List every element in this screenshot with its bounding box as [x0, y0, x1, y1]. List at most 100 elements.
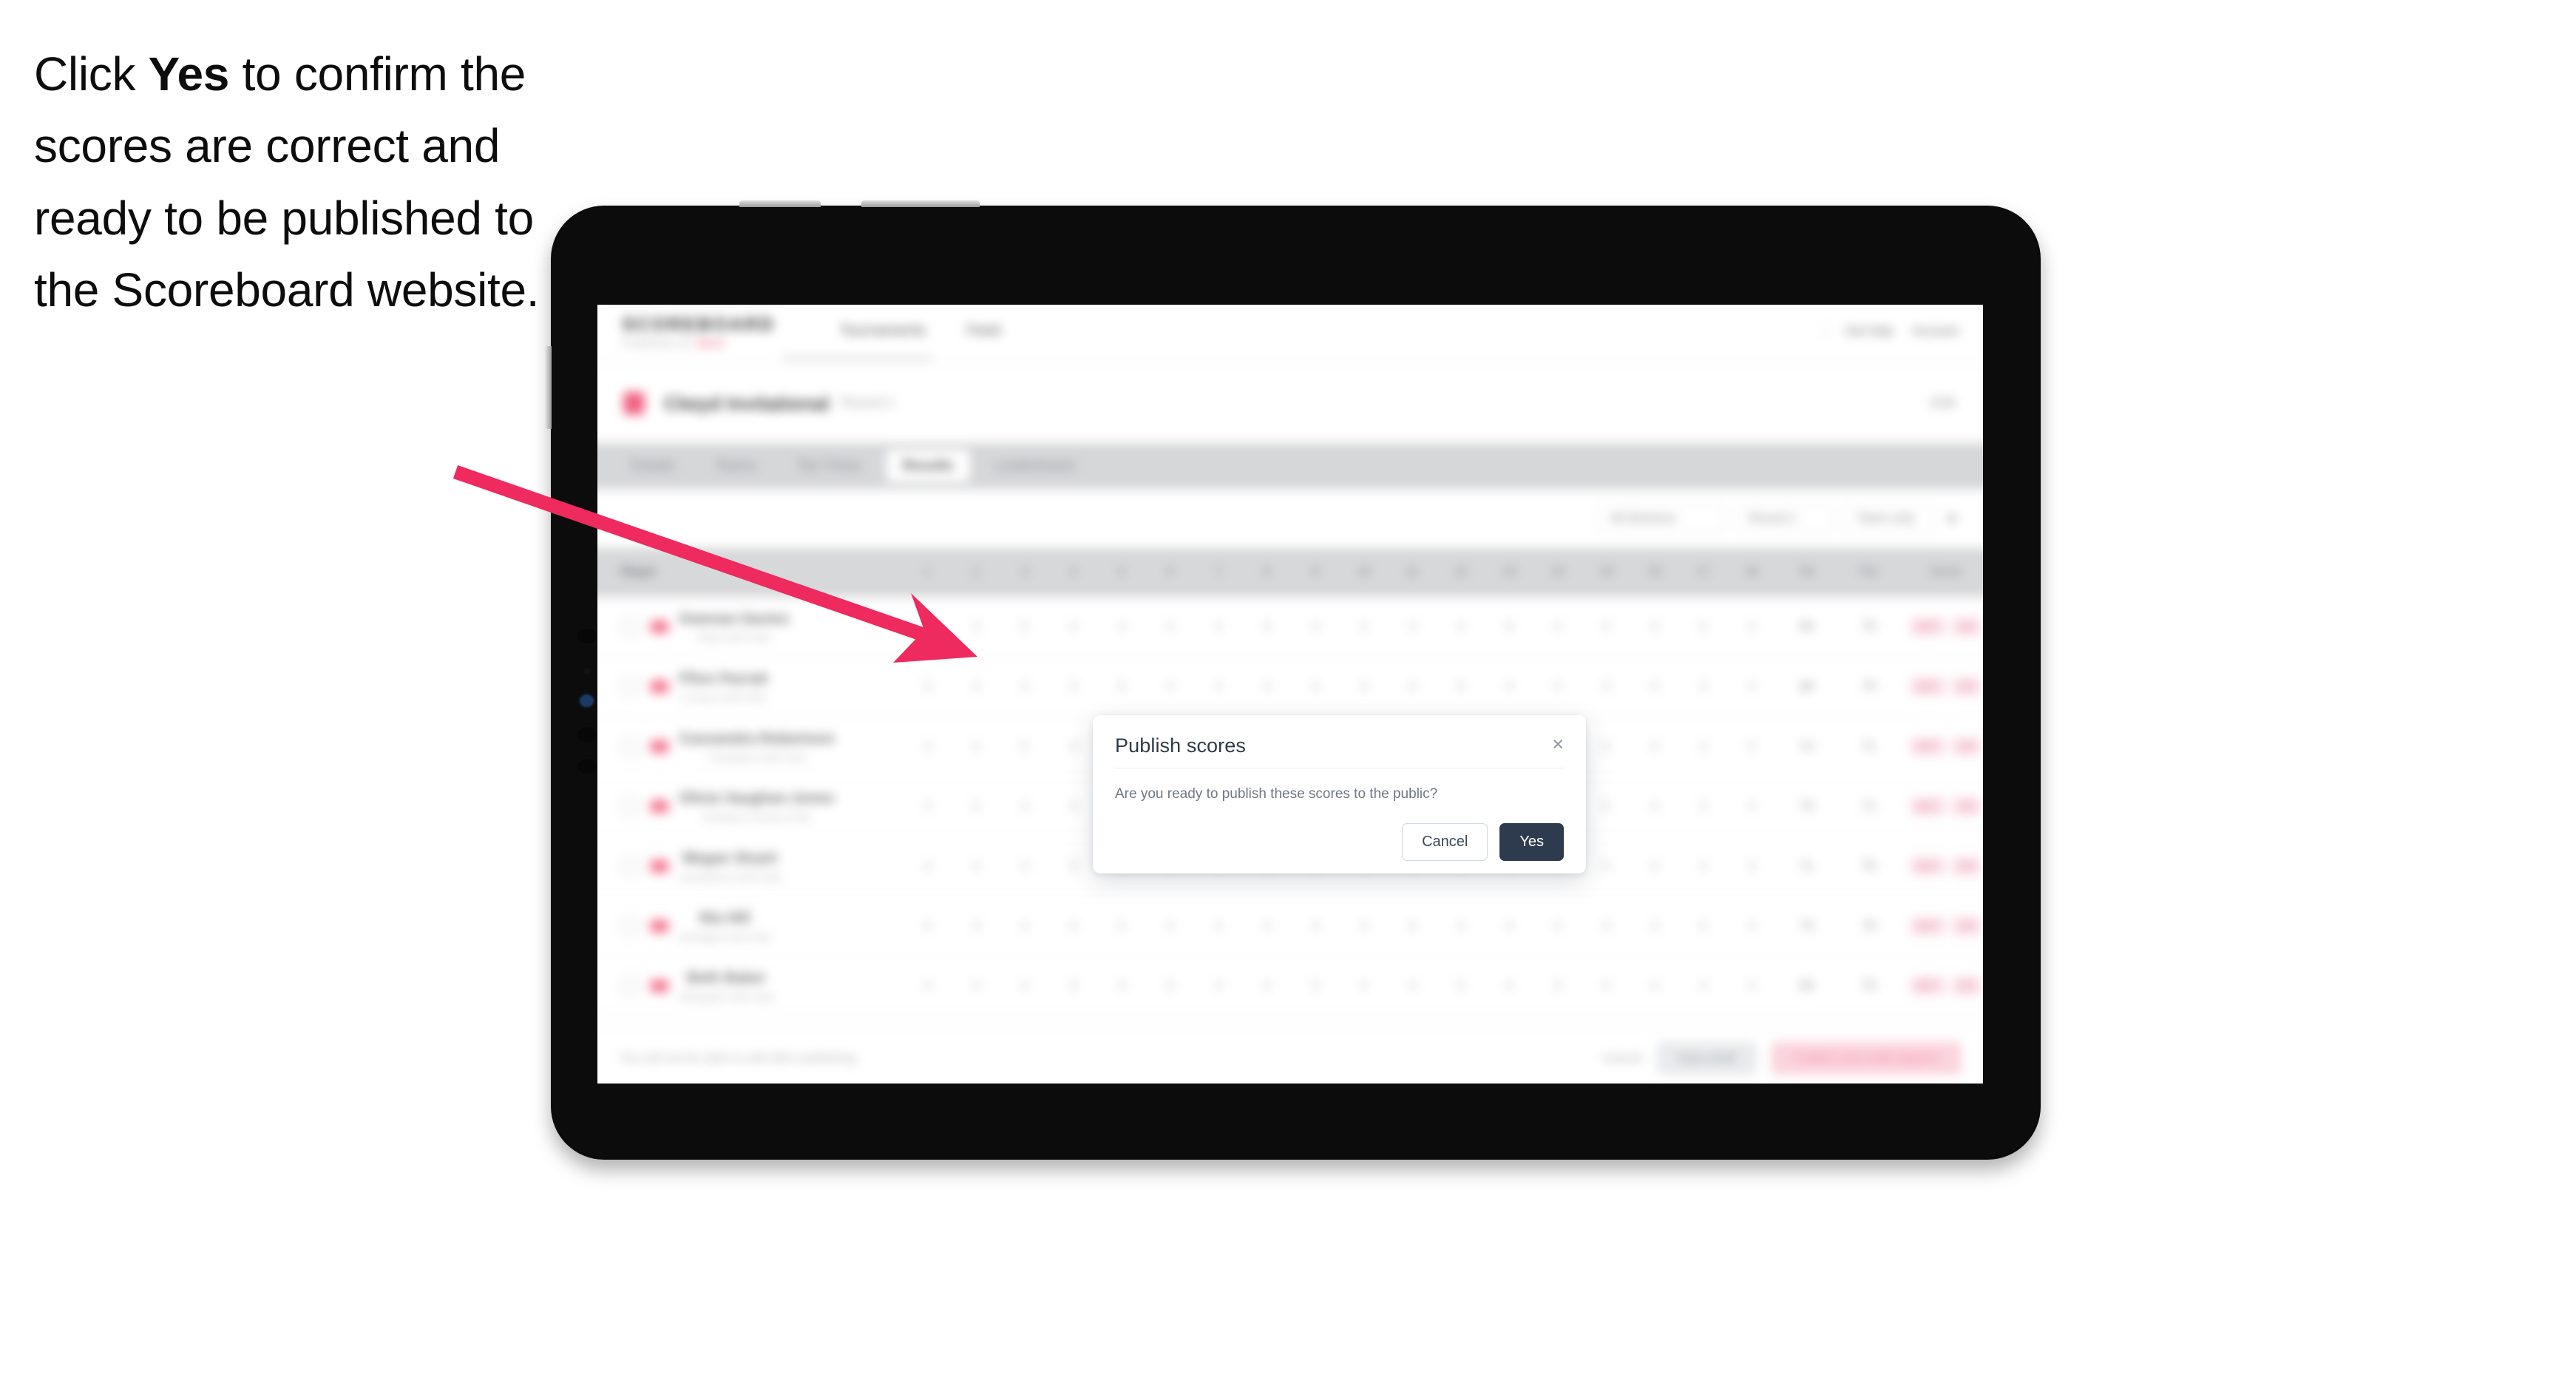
- hole-score-cell[interactable]: 5: [1485, 619, 1533, 635]
- table-row[interactable]: Nia Hill Denbigh Golf Club 5 3 4 4 5 3 4 4 4 3 5 4 4 4 3…: [597, 896, 1983, 957]
- hole-score-cell[interactable]: 5: [1630, 679, 1679, 694]
- hole-score-cell[interactable]: 4: [1485, 978, 1533, 994]
- hole-score-cell[interactable]: 4: [1533, 679, 1582, 694]
- footer-cancel-link[interactable]: Cancel: [1602, 1050, 1642, 1065]
- tab-tee-times[interactable]: Tee Times: [781, 450, 878, 483]
- hole-score-cell[interactable]: 4: [952, 859, 1000, 874]
- volume-up-button[interactable]: [739, 200, 821, 207]
- hole-score-cell[interactable]: 4: [1727, 978, 1776, 994]
- row-checkbox[interactable]: [620, 976, 640, 996]
- hole-score-cell[interactable]: 3: [1582, 919, 1631, 934]
- side-button[interactable]: [545, 346, 552, 429]
- hole-score-cell[interactable]: 4: [1582, 619, 1631, 635]
- hole-score-cell[interactable]: 4: [1679, 679, 1728, 694]
- hole-score-cell[interactable]: 4: [1485, 679, 1533, 694]
- nav-link-tournaments[interactable]: Tournaments: [839, 322, 926, 339]
- hole-score-cell[interactable]: 4: [1340, 619, 1389, 635]
- hole-score-cell[interactable]: 5: [904, 679, 952, 694]
- hole-score-cell[interactable]: 4: [1291, 619, 1340, 635]
- hole-score-cell[interactable]: 3: [1340, 679, 1389, 694]
- table-row[interactable]: Gwenan Davies Rhyl Golf Club 4 3 5 4 4 3 4 5 4 4 3 4 5…: [597, 597, 1983, 657]
- hole-score-cell[interactable]: 3: [1533, 978, 1582, 994]
- hole-score-cell[interactable]: 4: [1194, 919, 1243, 934]
- hole-score-cell[interactable]: 4: [1291, 919, 1340, 934]
- row-checkbox[interactable]: [620, 617, 640, 637]
- hole-score-cell[interactable]: 5: [1097, 919, 1146, 934]
- hole-score-cell[interactable]: 3: [1146, 619, 1195, 635]
- tab-details[interactable]: Details: [614, 450, 691, 483]
- row-checkbox[interactable]: [620, 737, 640, 757]
- hole-score-cell[interactable]: 4: [1097, 619, 1146, 635]
- row-checkbox[interactable]: [620, 677, 640, 697]
- hole-score-cell[interactable]: 4: [904, 859, 952, 874]
- hole-score-cell[interactable]: 3: [1533, 619, 1582, 635]
- hole-score-cell[interactable]: 4: [1630, 739, 1679, 754]
- hole-score-cell[interactable]: 4: [1000, 978, 1049, 994]
- hole-score-cell[interactable]: 5: [904, 919, 952, 934]
- hole-score-cell[interactable]: 5: [1679, 619, 1728, 635]
- yes-button[interactable]: Yes: [1499, 823, 1564, 861]
- hole-score-cell[interactable]: 4: [1679, 859, 1728, 874]
- hole-score-cell[interactable]: 5: [1437, 679, 1485, 694]
- hole-score-cell[interactable]: 4: [1582, 739, 1631, 754]
- table-row[interactable]: Beth Baker Abergele Golf Club 4 4 4 3 4 5 4 4 3 4 4 5…: [597, 956, 1983, 1017]
- cancel-button[interactable]: Cancel: [1402, 823, 1488, 861]
- hole-score-cell[interactable]: 4: [1630, 799, 1679, 814]
- hole-score-cell[interactable]: 4: [1437, 619, 1485, 635]
- hole-score-cell[interactable]: 5: [952, 799, 1000, 814]
- hole-score-cell[interactable]: 3: [1727, 859, 1776, 874]
- hole-score-cell[interactable]: 4: [904, 739, 952, 754]
- close-icon[interactable]: ×: [1552, 734, 1564, 754]
- hole-score-cell[interactable]: 3: [1000, 859, 1049, 874]
- hole-score-cell[interactable]: 5: [1582, 799, 1631, 814]
- nav-account-link[interactable]: Account: [1913, 324, 1959, 339]
- tab-teams[interactable]: Teams: [699, 450, 773, 483]
- save-draft-button[interactable]: Save draft: [1656, 1041, 1757, 1075]
- hole-score-cell[interactable]: 4: [904, 619, 952, 635]
- hole-score-cell[interactable]: 5: [1000, 739, 1049, 754]
- nav-help-link[interactable]: Get help: [1845, 324, 1893, 339]
- hole-score-cell[interactable]: 4: [1048, 919, 1097, 934]
- hole-score-cell[interactable]: 3: [952, 619, 1000, 635]
- hole-score-cell[interactable]: 5: [1048, 859, 1097, 874]
- hole-score-cell[interactable]: 4: [1194, 679, 1243, 694]
- hole-score-cell[interactable]: 4: [1727, 919, 1776, 934]
- hole-score-cell[interactable]: 4: [1194, 978, 1243, 994]
- hole-score-cell[interactable]: 3: [904, 799, 952, 814]
- hole-score-cell[interactable]: 4: [1388, 679, 1437, 694]
- hole-score-cell[interactable]: 4: [1582, 978, 1631, 994]
- hole-score-cell[interactable]: 3: [1340, 919, 1389, 934]
- hole-score-cell[interactable]: 4: [1533, 919, 1582, 934]
- hole-score-cell[interactable]: 4: [1000, 919, 1049, 934]
- hole-score-cell[interactable]: 3: [952, 919, 1000, 934]
- hole-score-cell[interactable]: 5: [1727, 739, 1776, 754]
- hole-score-cell[interactable]: 4: [1194, 619, 1243, 635]
- hole-score-cell[interactable]: 5: [1437, 978, 1485, 994]
- hole-score-cell[interactable]: 4: [1630, 619, 1679, 635]
- hole-score-cell[interactable]: 4: [1243, 679, 1292, 694]
- settings-gear-icon[interactable]: ⚙: [1945, 510, 1958, 527]
- hole-score-cell[interactable]: 4: [1679, 978, 1728, 994]
- hole-score-cell[interactable]: 4: [1243, 919, 1292, 934]
- hole-score-cell[interactable]: 4: [1388, 978, 1437, 994]
- hole-score-cell[interactable]: 4: [952, 739, 1000, 754]
- filter-team-select[interactable]: Team only: [1843, 503, 1934, 534]
- hole-score-cell[interactable]: 5: [1243, 619, 1292, 635]
- row-checkbox[interactable]: [620, 856, 640, 876]
- hole-score-cell[interactable]: 4: [1243, 978, 1292, 994]
- hole-score-cell[interactable]: 4: [1727, 799, 1776, 814]
- hole-score-cell[interactable]: 4: [1048, 799, 1097, 814]
- edit-tournament-link[interactable]: Edit: [1931, 395, 1956, 411]
- hole-score-cell[interactable]: 4: [1727, 619, 1776, 635]
- publish-notify-button[interactable]: Publish and notify players: [1771, 1041, 1962, 1075]
- hole-score-cell[interactable]: 5: [1679, 919, 1728, 934]
- hole-score-cell[interactable]: 3: [1291, 978, 1340, 994]
- hole-score-cell[interactable]: 4: [1727, 679, 1776, 694]
- hole-score-cell[interactable]: 4: [1630, 859, 1679, 874]
- hole-score-cell[interactable]: 4: [1582, 859, 1631, 874]
- hole-score-cell[interactable]: 3: [1679, 799, 1728, 814]
- hole-score-cell[interactable]: 5: [1388, 919, 1437, 934]
- table-row[interactable]: Ffion Parratt Conwy Golf Club 5 4 4 3 5 4 4 4 4 3 4 5…: [597, 657, 1983, 717]
- hole-score-cell[interactable]: 5: [1146, 978, 1195, 994]
- tab-results[interactable]: Results: [886, 450, 971, 483]
